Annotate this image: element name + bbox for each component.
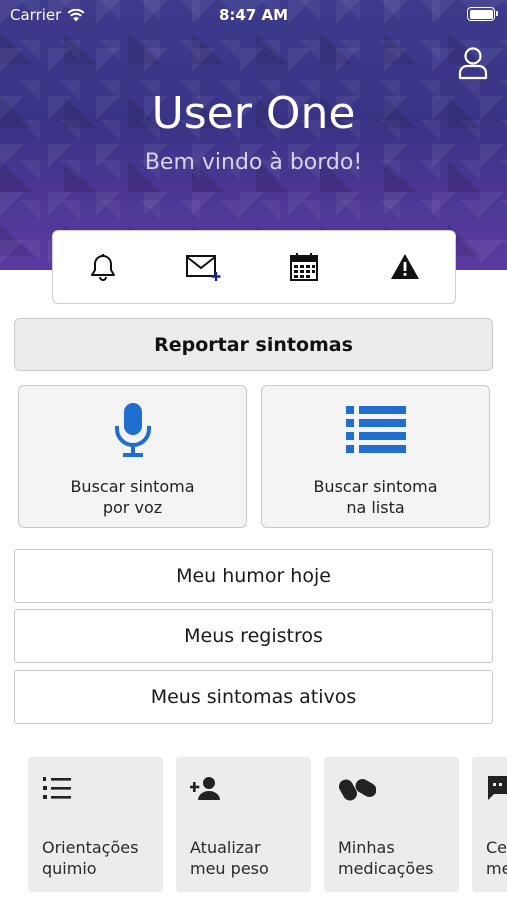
list-search-label: Buscar sintoma na lista: [313, 477, 438, 517]
chemo-guidance-tile[interactable]: Orientações quimio: [28, 757, 163, 892]
warning-icon: [390, 254, 419, 279]
tile-label: Minhas medicações: [338, 838, 434, 878]
messages-button[interactable]: [180, 243, 228, 291]
numbered-list-icon: [43, 777, 71, 799]
status-time: 8:47 AM: [218, 6, 289, 24]
chat-tile[interactable]: Ce me: [472, 757, 507, 892]
calendar-button[interactable]: [280, 243, 328, 291]
tile-label: Atualizar meu peso: [190, 838, 269, 878]
list-icon: [345, 406, 406, 453]
quick-actions-bar: [52, 230, 456, 304]
calendar-icon: [290, 253, 319, 281]
microphone-icon: [114, 403, 151, 457]
chat-icon: [488, 776, 507, 800]
tile-label: Orientações quimio: [42, 838, 139, 878]
active-symptoms-button[interactable]: Meus sintomas ativos: [14, 670, 493, 724]
status-bar: Carrier 8:47 AM: [0, 0, 507, 30]
user-icon: [458, 47, 488, 80]
tile-label: Ce me: [486, 838, 507, 878]
my-records-button[interactable]: Meus registros: [14, 609, 493, 663]
welcome-message: Bem vindo à bordo!: [144, 150, 363, 175]
battery-icon: [467, 7, 498, 21]
notifications-button[interactable]: [79, 243, 127, 291]
alerts-button[interactable]: [381, 243, 429, 291]
my-medications-tile[interactable]: Minhas medicações: [324, 757, 459, 892]
mood-today-button[interactable]: Meu humor hoje: [14, 549, 493, 603]
mail-add-icon: [185, 255, 221, 281]
report-symptoms-button[interactable]: Reportar sintomas: [14, 318, 493, 371]
add-person-icon: [190, 777, 220, 800]
update-weight-tile[interactable]: Atualizar meu peso: [176, 757, 311, 892]
profile-button[interactable]: [457, 46, 489, 80]
voice-search-card[interactable]: Buscar sintoma por voz: [18, 385, 247, 528]
list-search-card[interactable]: Buscar sintoma na lista: [261, 385, 490, 528]
voice-search-label: Buscar sintoma por voz: [70, 477, 195, 517]
pills-icon: [339, 779, 376, 801]
user-name: User One: [151, 88, 356, 139]
bell-icon: [91, 254, 116, 281]
